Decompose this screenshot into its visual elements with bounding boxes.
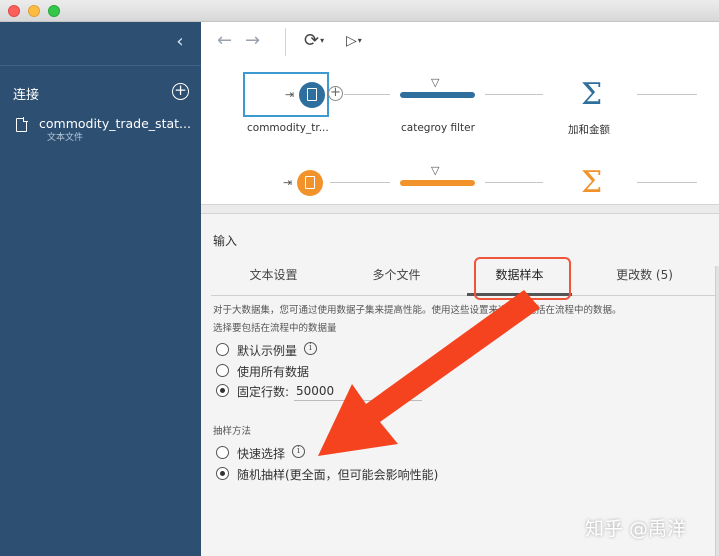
annotation-arrow <box>318 290 540 456</box>
annotation-arrow-shape <box>318 290 540 456</box>
watermark-text: 知乎 @禹洋 <box>585 518 687 540</box>
